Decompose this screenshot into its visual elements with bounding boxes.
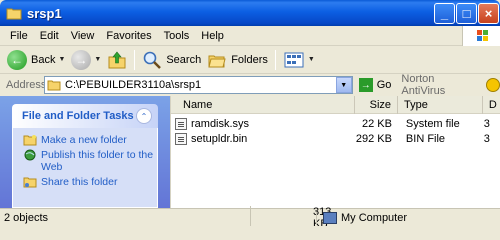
column-name[interactable]: Name — [171, 96, 356, 114]
toolbar-separator — [134, 49, 136, 70]
file-list: Name Size Type D ramdisk.sys 22 KB Syste… — [170, 96, 500, 208]
chevron-down-icon[interactable]: ▼ — [58, 56, 65, 63]
file-type: System file — [405, 118, 460, 130]
up-folder-button[interactable] — [104, 48, 130, 72]
folder-icon — [6, 8, 22, 20]
my-computer-icon — [323, 211, 337, 224]
search-label: Search — [166, 53, 202, 66]
task-label: Make a new folder — [41, 134, 127, 146]
go-label: Go — [376, 79, 392, 91]
task-share-folder[interactable]: Share this folder — [23, 176, 157, 188]
file-folder-tasks-panel: File and Folder Tasks ⌃ Make a new folde… — [12, 104, 158, 208]
window-title: srsp1 — [27, 5, 62, 21]
back-arrow-icon: ← — [7, 49, 27, 70]
norton-antivirus-label[interactable]: Norton AntiVirus — [401, 73, 480, 97]
go-button[interactable]: → Go — [358, 78, 392, 92]
file-date: 3 — [483, 133, 490, 145]
status-total-size: 313 KB — [250, 205, 331, 226]
menu-bar: File Edit View Favorites Tools Help — [0, 26, 500, 46]
file-date: 3 — [483, 118, 490, 130]
tasks-body: Make a new folder Publish this folder to… — [12, 128, 158, 208]
share-folder-icon — [23, 177, 37, 188]
menu-tools[interactable]: Tools — [158, 30, 196, 42]
forward-button[interactable]: → ▼ — [68, 48, 104, 72]
folder-icon — [47, 80, 61, 91]
file-name: setupldr.bin — [191, 133, 248, 145]
title-bar[interactable]: srsp1 _ □ × — [0, 0, 500, 26]
collapse-icon[interactable]: ⌃ — [136, 108, 152, 124]
file-row-setupldr[interactable]: setupldr.bin 292 KB BIN File 3 — [171, 132, 500, 146]
chevron-down-icon[interactable]: ▼ — [308, 56, 315, 63]
views-button[interactable]: ▼ — [280, 48, 318, 72]
views-icon — [284, 52, 304, 67]
tasks-title: File and Folder Tasks — [22, 110, 134, 122]
folders-icon — [208, 55, 226, 67]
column-size[interactable]: Size — [355, 96, 399, 114]
status-location-label: My Computer — [341, 211, 408, 224]
menu-favorites[interactable]: Favorites — [100, 30, 157, 42]
forward-arrow-icon: → — [71, 49, 92, 70]
address-value: C:\PEBUILDER3110a\srsp1 — [65, 79, 202, 91]
search-icon — [144, 51, 162, 69]
task-pane: File and Folder Tasks ⌃ Make a new folde… — [0, 96, 170, 208]
close-button[interactable]: × — [478, 3, 499, 24]
system-file-icon — [175, 118, 187, 130]
file-size: 292 KB — [355, 133, 392, 145]
menu-view[interactable]: View — [65, 30, 101, 42]
back-label: Back — [31, 53, 56, 66]
explorer-window: srsp1 _ □ × File Edit View Favorites Too… — [0, 0, 500, 226]
toolbar-separator — [274, 49, 276, 70]
norton-icon[interactable] — [486, 78, 500, 92]
up-folder-icon — [108, 51, 126, 68]
file-name: ramdisk.sys — [191, 118, 250, 130]
task-publish-folder[interactable]: Publish this folder to the Web — [23, 149, 157, 173]
folders-button[interactable]: Folders — [204, 48, 271, 72]
status-bar: 2 objects 313 KB My Computer — [0, 205, 500, 226]
list-header: Name Size Type D — [171, 96, 500, 114]
bin-file-icon — [175, 133, 187, 145]
column-type[interactable]: Type — [398, 96, 483, 114]
menu-file[interactable]: File — [4, 30, 34, 42]
task-label: Share this folder — [41, 176, 118, 188]
go-arrow-icon: → — [358, 78, 373, 92]
minimize-button[interactable]: _ — [434, 3, 455, 24]
file-row-ramdisk[interactable]: ramdisk.sys 22 KB System file 3 — [171, 117, 500, 131]
folders-label: Folders — [231, 53, 268, 66]
address-bar: Address C:\PEBUILDER3110a\srsp1 ▼ → Go N… — [0, 73, 500, 97]
address-label: Address — [6, 79, 47, 91]
chevron-down-icon[interactable]: ▼ — [94, 56, 101, 63]
globe-icon — [24, 149, 36, 161]
column-date-modified[interactable]: D — [483, 96, 500, 114]
address-input[interactable]: C:\PEBUILDER3110a\srsp1 ▼ — [44, 76, 353, 94]
back-button[interactable]: ← Back ▼ — [4, 48, 68, 72]
maximize-button[interactable]: □ — [456, 3, 477, 24]
menu-help[interactable]: Help — [195, 30, 230, 42]
task-make-new-folder[interactable]: Make a new folder — [23, 134, 157, 146]
new-folder-icon — [23, 135, 37, 146]
menu-edit[interactable]: Edit — [34, 30, 65, 42]
search-button[interactable]: Search — [139, 48, 204, 72]
address-dropdown-button[interactable]: ▼ — [335, 77, 352, 93]
toolbar: ← Back ▼ → ▼ Search Folders ▼ — [0, 46, 500, 74]
status-object-count: 2 objects — [4, 211, 49, 224]
task-label: Publish this folder to the Web — [41, 149, 154, 173]
file-type: BIN File — [405, 133, 446, 145]
file-size: 22 KB — [361, 118, 392, 130]
windows-logo-icon — [462, 26, 500, 46]
status-location: My Computer — [316, 211, 500, 224]
